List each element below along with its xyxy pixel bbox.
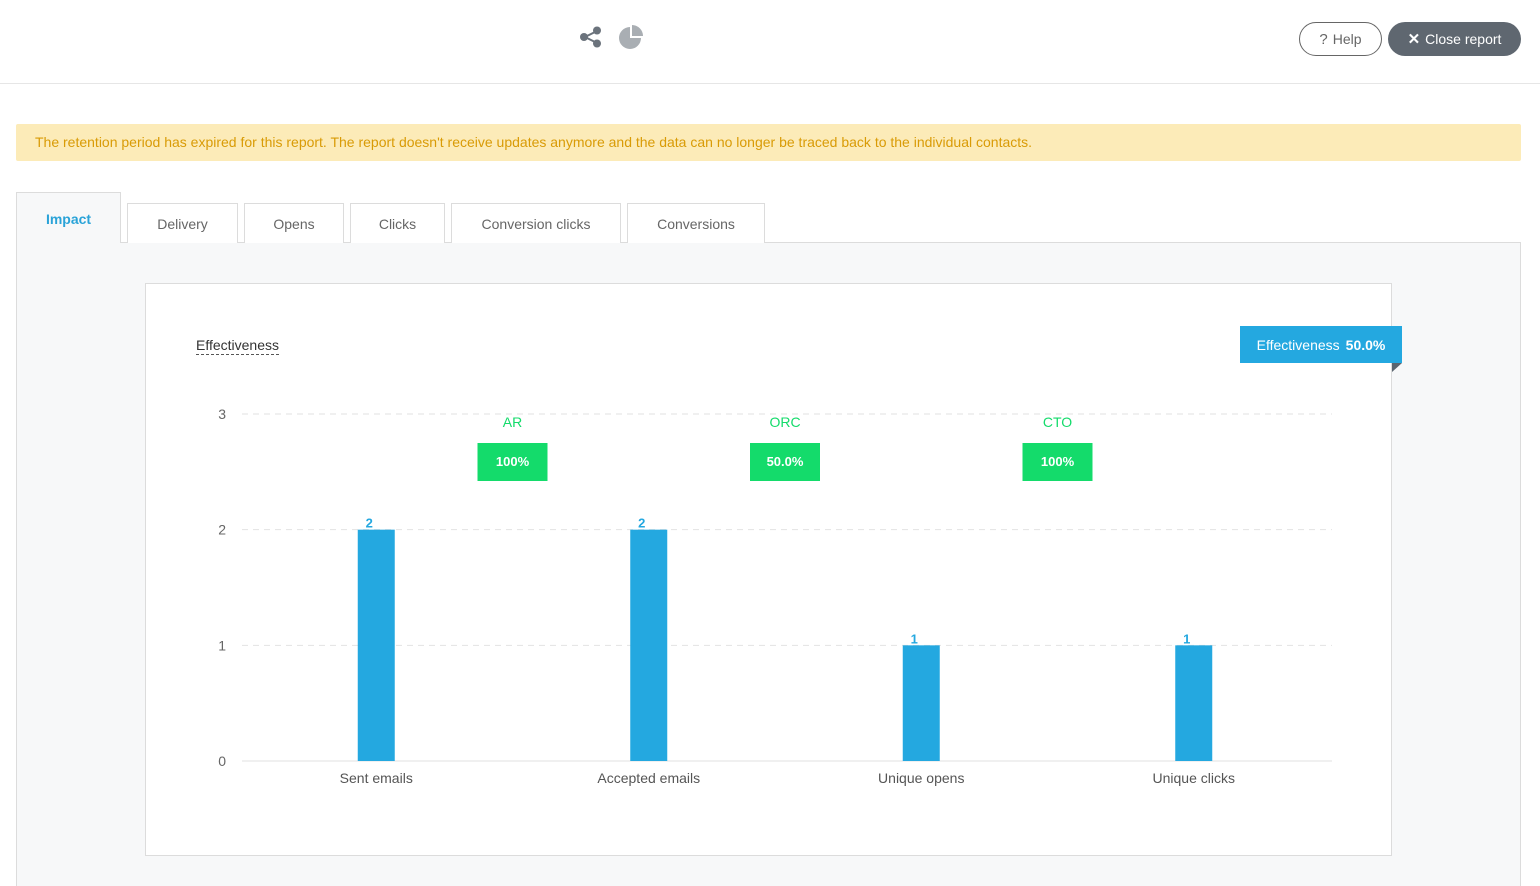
tab-clicks[interactable]: Clicks [350, 203, 445, 243]
close-report-label: Close report [1425, 31, 1502, 47]
help-label: Help [1332, 31, 1362, 47]
impact-card: 0 1 2 3 2 Sent emails 2 Accepted emails 1 Unique … [145, 283, 1402, 856]
effectiveness-badge: Effectiveness 50.0% [1240, 326, 1402, 363]
tab-impact[interactable]: Impact [16, 192, 121, 243]
retention-alert: The retention period has expired for thi… [16, 124, 1521, 161]
tab-opens[interactable]: Opens [244, 203, 344, 243]
effectiveness-badge-value: 50.0% [1345, 336, 1386, 353]
bar-value-label: 1 [1183, 631, 1190, 646]
y-tick-label: 2 [218, 522, 226, 538]
bar [357, 529, 395, 761]
ratio-label: AR [503, 414, 522, 430]
tab-conversions[interactable]: Conversions [627, 203, 765, 243]
y-tick-label: 3 [218, 406, 226, 422]
close-report-button[interactable]: ✕ Close report [1388, 22, 1521, 56]
bar [630, 529, 668, 761]
y-tick-label: 1 [218, 637, 226, 653]
ratio-label: ORC [769, 414, 800, 430]
tab-delivery[interactable]: Delivery [127, 203, 238, 243]
close-icon: ✕ [1407, 31, 1421, 48]
y-tick-label: 0 [218, 753, 226, 769]
ratio-label: CTO [1043, 414, 1072, 430]
question-icon: ? [1319, 30, 1328, 48]
top-bar: ? Help ✕ Close report [0, 0, 1540, 84]
ratio-value: 50.0% [767, 454, 804, 469]
ratio-value: 100% [1041, 454, 1075, 469]
effectiveness-badge-label: Effectiveness [1256, 336, 1340, 353]
share-icon[interactable] [578, 24, 604, 50]
badge-fold [1392, 363, 1402, 372]
bar [1175, 645, 1213, 761]
help-button[interactable]: ? Help [1299, 22, 1382, 56]
x-tick-label: Unique clicks [1153, 770, 1235, 786]
card-title[interactable]: Effectiveness [196, 337, 280, 355]
x-tick-label: Unique opens [878, 770, 964, 786]
bar-value-label: 2 [638, 516, 645, 531]
x-tick-label: Accepted emails [597, 770, 700, 786]
tab-conversion-clicks[interactable]: Conversion clicks [451, 203, 621, 243]
x-tick-label: Sent emails [340, 770, 413, 786]
bar-value-label: 1 [911, 631, 918, 646]
effectiveness-chart: 0 1 2 3 2 Sent emails 2 Accepted emails 1 Unique … [218, 406, 1332, 786]
ratio-value: 100% [496, 454, 530, 469]
pie-chart-icon[interactable] [618, 24, 644, 50]
bar-value-label: 2 [366, 516, 373, 531]
bar [902, 645, 940, 761]
